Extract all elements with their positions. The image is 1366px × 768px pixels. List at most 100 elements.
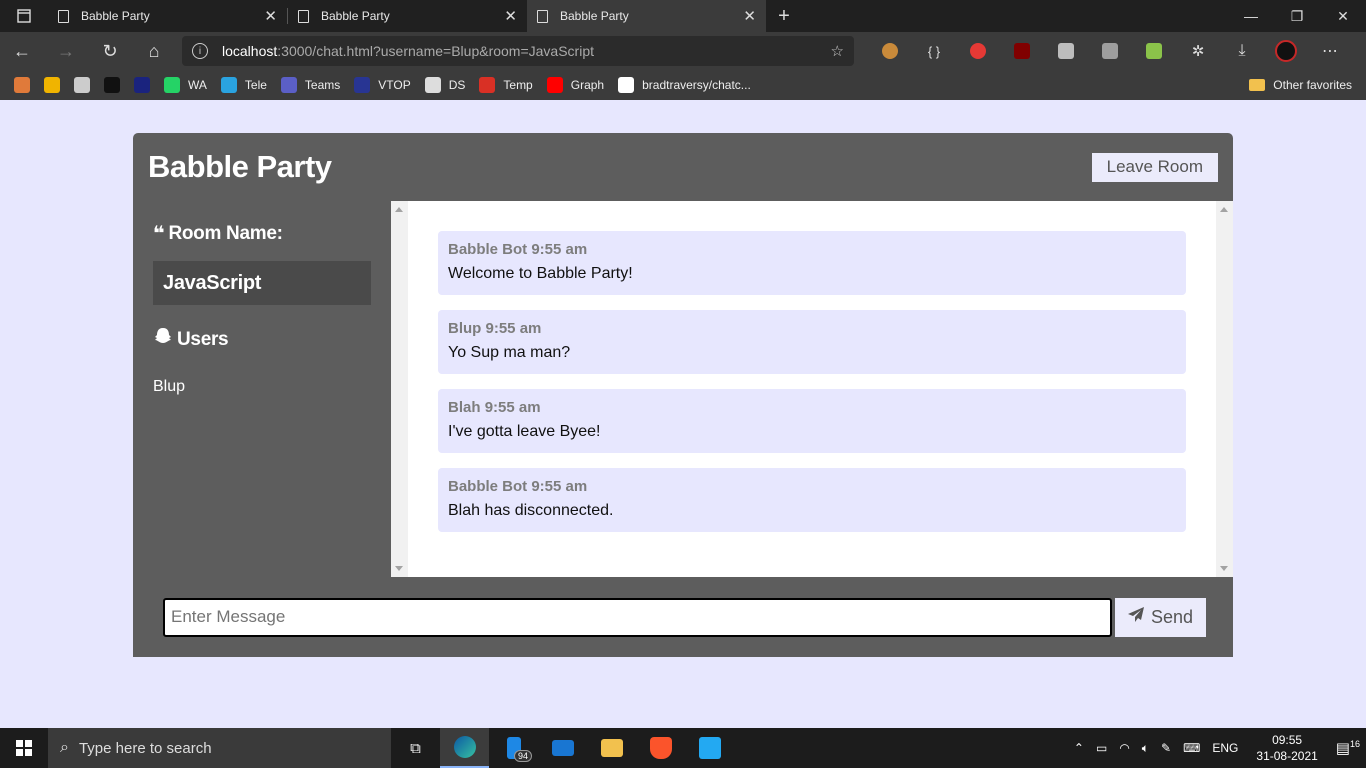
close-tab-icon[interactable]: ✕ xyxy=(504,7,517,25)
bookmark-item[interactable] xyxy=(14,77,30,93)
gray-extension-icon[interactable] xyxy=(1044,43,1088,59)
bookmark-item[interactable]: VTOP xyxy=(354,77,411,93)
browser-tab[interactable]: Babble Party ✕ xyxy=(48,0,287,32)
tab-actions-icon[interactable] xyxy=(0,0,48,32)
tab-title: Babble Party xyxy=(81,9,150,23)
restore-icon[interactable]: ❐ xyxy=(1274,0,1320,32)
taskbar-clock[interactable]: 09:55 31-08-2021 xyxy=(1256,732,1317,764)
window-controls: — ❐ ✕ xyxy=(1228,0,1366,32)
other-favorites-label: Other favorites xyxy=(1273,78,1352,92)
other-favorites[interactable]: Other favorites xyxy=(1249,78,1352,92)
chat-message: Blah 9:55 am I've gotta leave Byee! xyxy=(438,389,1186,453)
brave-taskbar-icon[interactable] xyxy=(636,728,685,768)
browser-toolbar: ← → ↻ ⌂ i localhost:3000/chat.html?usern… xyxy=(0,32,1366,70)
bookmark-label: WA xyxy=(188,78,207,92)
phone-app-taskbar-icon[interactable]: 94 xyxy=(489,728,538,768)
task-view-icon[interactable]: ⧉ xyxy=(391,728,440,768)
edge-taskbar-icon[interactable] xyxy=(440,728,489,768)
chat-message: Babble Bot 9:55 am Welcome to Babble Part… xyxy=(438,231,1186,295)
bookmark-item[interactable]: Graph xyxy=(546,77,605,93)
volume-icon[interactable]: 🔈︎ xyxy=(1142,741,1149,756)
wifi-icon[interactable]: ◠ xyxy=(1119,741,1129,755)
profile-avatar-icon[interactable] xyxy=(1264,40,1308,62)
url-host: localhost xyxy=(222,43,278,59)
bookmark-item[interactable]: Temp xyxy=(479,77,533,93)
browser-tab[interactable]: Babble Party ✕ xyxy=(288,0,527,32)
refresh-icon[interactable]: ↻ xyxy=(88,32,132,70)
telegram-icon xyxy=(220,77,237,93)
bookmark-item[interactable] xyxy=(44,77,60,93)
page-icon xyxy=(58,9,69,23)
mail-taskbar-icon[interactable] xyxy=(538,728,587,768)
puzzle-extensions-icon[interactable]: ✲ xyxy=(1176,42,1220,60)
chat-message: Babble Bot 9:55 am Blah has disconnected. xyxy=(438,468,1186,532)
bookmark-item[interactable] xyxy=(104,77,120,93)
site-info-icon[interactable]: i xyxy=(192,43,208,59)
download-icon[interactable]: ⤓ xyxy=(1220,42,1264,60)
message-username: Blup xyxy=(448,320,482,337)
users-ghost-icon xyxy=(153,327,173,352)
bookmark-label: Tele xyxy=(244,78,267,92)
close-window-icon[interactable]: ✕ xyxy=(1320,0,1366,32)
bookmark-item[interactable] xyxy=(74,77,90,93)
message-text: Yo Sup ma man? xyxy=(448,344,571,361)
scroll-up-icon[interactable] xyxy=(1220,207,1228,212)
bookmark-item[interactable]: Teams xyxy=(280,77,341,93)
notifications-icon[interactable]: ▤16 xyxy=(1336,739,1360,757)
close-tab-icon[interactable]: ✕ xyxy=(743,7,756,25)
chat-container: Babble Party Leave Room ❝ Room Name: Jav… xyxy=(133,133,1233,657)
green-extension-icon[interactable] xyxy=(1132,43,1176,59)
forward-icon[interactable]: → xyxy=(44,32,88,70)
message-username: Babble Bot xyxy=(448,478,528,495)
bookmark-item[interactable]: DS xyxy=(424,77,465,93)
app-title: Babble Party xyxy=(148,149,332,184)
chat-sidebar: ❝ Room Name: JavaScript Users Blup xyxy=(133,201,391,577)
json-extension-icon[interactable]: { } xyxy=(912,44,956,59)
ublock-extension-icon[interactable] xyxy=(1000,43,1044,59)
leave-room-button[interactable]: Leave Room xyxy=(1091,152,1218,182)
bookmark-item[interactable]: Tele xyxy=(220,77,267,93)
new-tab-icon[interactable]: + xyxy=(766,0,802,32)
left-scrollbar[interactable] xyxy=(391,201,408,577)
bookmark-item[interactable]: bradtraversy/chatc... xyxy=(618,77,751,93)
taskbar-search[interactable]: ⌕ Type here to search xyxy=(48,728,391,768)
scroll-down-icon[interactable] xyxy=(1220,566,1228,571)
address-bar[interactable]: i localhost:3000/chat.html?username=Blup… xyxy=(182,36,854,66)
keyboard-icon[interactable]: ⌨ xyxy=(1183,741,1200,755)
browser-tab-active[interactable]: Babble Party ✕ xyxy=(527,0,766,32)
add-favorite-icon[interactable]: ☆ xyxy=(831,42,844,60)
file-explorer-taskbar-icon[interactable] xyxy=(587,728,636,768)
k-extension-icon[interactable] xyxy=(1088,43,1132,59)
battery-icon[interactable]: ▭ xyxy=(1096,741,1107,755)
start-button[interactable] xyxy=(0,728,48,768)
windows-logo-icon xyxy=(16,740,32,756)
bookmark-label: Teams xyxy=(304,78,341,92)
more-options-icon[interactable]: ⋯ xyxy=(1308,41,1352,61)
scroll-up-icon[interactable] xyxy=(395,207,403,212)
right-scrollbar[interactable] xyxy=(1216,201,1233,577)
scroll-down-icon[interactable] xyxy=(395,566,403,571)
whatsapp-icon xyxy=(164,77,180,93)
back-icon[interactable]: ← xyxy=(0,32,44,70)
stop-hand-extension-icon[interactable] xyxy=(956,43,1000,59)
teams-icon xyxy=(280,77,297,93)
bookmark-item[interactable]: WA xyxy=(164,77,207,93)
minimize-icon[interactable]: — xyxy=(1228,0,1274,32)
chat-form: Send xyxy=(133,577,1233,657)
send-button[interactable]: Send xyxy=(1115,597,1206,637)
language-indicator[interactable]: ENG xyxy=(1212,741,1238,755)
tray-expand-icon[interactable]: ⌃ xyxy=(1074,741,1084,755)
github-icon xyxy=(618,77,635,93)
chat-messages[interactable]: Babble Bot 9:55 am Welcome to Babble Part… xyxy=(391,201,1233,577)
owl-extension-icon[interactable] xyxy=(868,43,912,59)
vscode-taskbar-icon[interactable] xyxy=(685,728,734,768)
pen-icon[interactable]: ✎ xyxy=(1161,741,1171,755)
bookmark-item[interactable] xyxy=(134,77,150,93)
page-icon xyxy=(424,77,441,93)
close-tab-icon[interactable]: ✕ xyxy=(264,7,277,25)
message-input[interactable] xyxy=(163,597,1112,637)
browser-tab-strip: Babble Party ✕ Babble Party ✕ Babble Par… xyxy=(0,0,1366,32)
home-icon[interactable]: ⌂ xyxy=(132,32,176,70)
bookmark-label: Graph xyxy=(570,78,605,92)
taskbar-search-placeholder: Type here to search xyxy=(78,739,212,757)
